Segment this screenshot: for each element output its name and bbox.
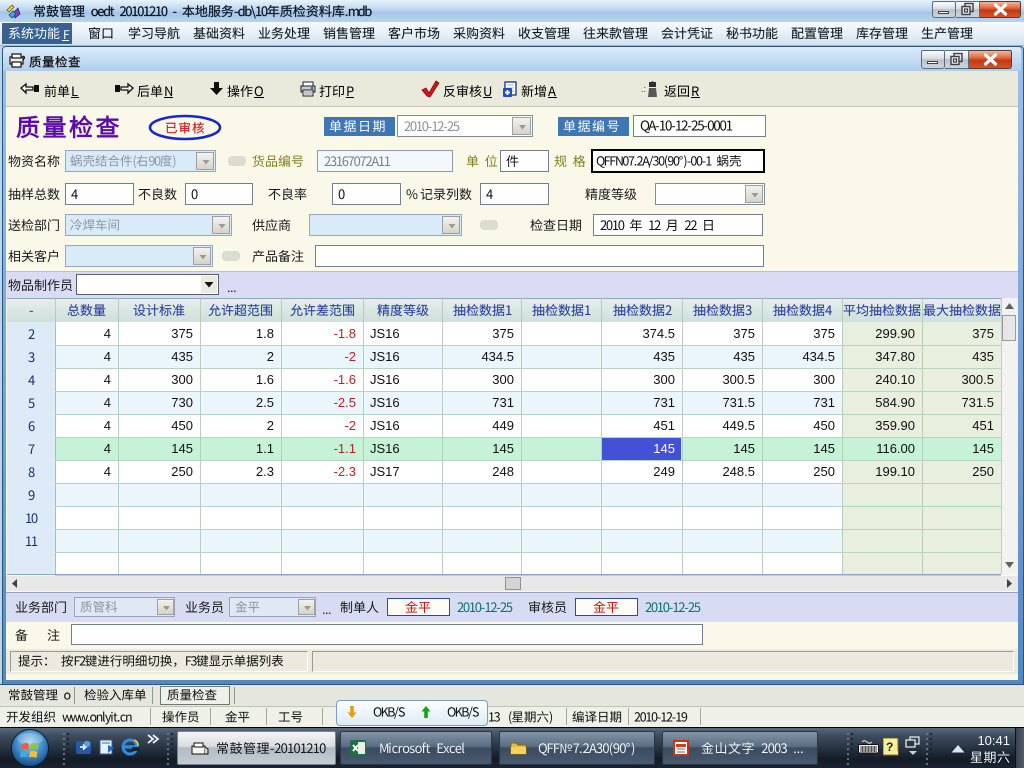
svg-text:?: ? <box>886 740 893 754</box>
svg-text:.:: .: <box>641 84 646 94</box>
